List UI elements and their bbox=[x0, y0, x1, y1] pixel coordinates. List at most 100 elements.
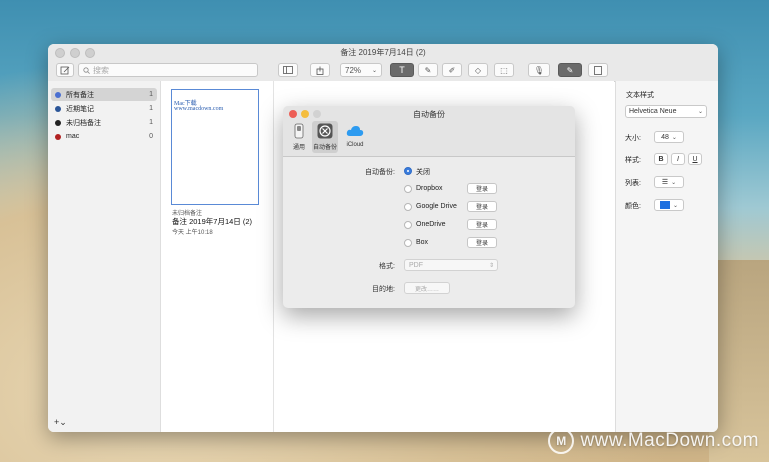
microphone-button[interactable]: 🎙︎ bbox=[528, 63, 550, 77]
auto-backup-dialog: 自动备份 通用 自动备份 iCloud 自动备份: 关闭 Dropbox 登录 … bbox=[283, 106, 575, 308]
search-icon bbox=[83, 66, 90, 74]
highlighter-tool-button[interactable]: ✐ bbox=[442, 63, 462, 77]
note-thumbnail[interactable]: Mac下载 www.macdown.com bbox=[171, 89, 259, 205]
sidebar-item-count: 0 bbox=[149, 133, 153, 140]
format-select[interactable]: PDF ⇕ bbox=[404, 259, 498, 271]
underline-button[interactable]: U bbox=[688, 153, 702, 165]
onedrive-login-button[interactable]: 登录 bbox=[467, 219, 497, 230]
format-value: PDF bbox=[409, 261, 423, 269]
format-label: 格式: bbox=[379, 263, 395, 270]
sidebar-item-label: 未归档备注 bbox=[66, 119, 101, 127]
compose-icon bbox=[60, 66, 70, 74]
option-label-dropbox: Dropbox bbox=[416, 185, 443, 192]
tab-label: 通用 bbox=[292, 145, 305, 151]
radio-box[interactable] bbox=[404, 239, 412, 247]
bold-button[interactable]: B bbox=[654, 153, 668, 165]
switch-icon bbox=[290, 122, 308, 140]
inspector-icon bbox=[594, 65, 602, 75]
text-tool-icon: T bbox=[399, 65, 405, 75]
inspector-heading: 文本样式 bbox=[626, 92, 654, 99]
share-button[interactable] bbox=[310, 63, 330, 77]
size-label: 大小: bbox=[625, 135, 641, 142]
style-label: 样式: bbox=[625, 157, 641, 164]
preferences-toolbar: 自动备份 通用 自动备份 iCloud bbox=[283, 106, 575, 157]
text-tool-button[interactable]: T bbox=[390, 63, 414, 77]
color-label: 颜色: bbox=[625, 203, 641, 210]
window-title: 备注 2019年7月14日 (2) bbox=[340, 48, 426, 57]
inspector-toggle-button[interactable] bbox=[588, 63, 608, 77]
titlebar: 备注 2019年7月14日 (2) bbox=[48, 44, 718, 61]
macdown-logo-icon: M bbox=[548, 428, 575, 454]
color-select[interactable]: ⌄ bbox=[654, 199, 684, 211]
sidebar-toggle-button[interactable] bbox=[278, 63, 298, 77]
toolbar: 搜索 72% ⌄ T ✎ ✐ ◇ ⬚ 🎙︎ ✎ bbox=[48, 61, 718, 82]
thumbnail-text-line: www.macdown.com bbox=[174, 106, 224, 112]
sidebar-item-count: 1 bbox=[149, 105, 153, 112]
sidebar-item-all-notes[interactable]: 所有备注 1 bbox=[51, 88, 157, 101]
tab-auto-backup[interactable]: 自动备份 bbox=[312, 121, 338, 153]
color-swatch bbox=[659, 201, 670, 209]
sidebar-item-count: 1 bbox=[149, 119, 153, 126]
zoom-value: 72% bbox=[345, 65, 362, 75]
sidebar-icon bbox=[283, 66, 293, 74]
chevron-down-icon: ⌄ bbox=[371, 67, 377, 74]
microphone-icon: 🎙︎ bbox=[533, 65, 545, 75]
note-list: Mac下载 www.macdown.com 未归档备注 备注 2019年7月14… bbox=[161, 81, 274, 432]
search-input[interactable]: 搜索 bbox=[78, 63, 258, 77]
radio-off[interactable] bbox=[404, 167, 412, 175]
radio-google-drive[interactable] bbox=[404, 203, 412, 211]
note-title[interactable]: 备注 2019年7月14日 (2) bbox=[172, 216, 252, 227]
pen-tool-button[interactable]: ✎ bbox=[418, 63, 438, 77]
sidebar-item-unarchived[interactable]: 未归档备注 1 bbox=[51, 116, 157, 129]
eraser-icon: ◇ bbox=[474, 65, 482, 75]
sidebar-item-label: 所有备注 bbox=[66, 91, 94, 99]
tab-label: 自动备份 bbox=[312, 145, 337, 151]
tab-icloud[interactable]: iCloud bbox=[342, 121, 368, 153]
dropbox-login-button[interactable]: 登录 bbox=[467, 183, 497, 194]
size-select[interactable]: 48 ⌄ bbox=[654, 131, 684, 143]
radio-dropbox[interactable] bbox=[404, 185, 412, 193]
chevron-down-icon: ⌄ bbox=[672, 202, 679, 209]
cloud-icon bbox=[346, 122, 364, 140]
option-label-onedrive: OneDrive bbox=[416, 221, 446, 228]
chevron-down-icon: ⌄ bbox=[671, 179, 677, 186]
add-folder-button[interactable]: +⌄ bbox=[54, 417, 67, 428]
tab-label: iCloud bbox=[346, 142, 364, 148]
watermark: M www.MacDown.com bbox=[548, 428, 759, 454]
radio-onedrive[interactable] bbox=[404, 221, 412, 229]
new-note-button[interactable] bbox=[56, 63, 74, 77]
backup-icon bbox=[316, 122, 334, 140]
search-placeholder: 搜索 bbox=[93, 65, 109, 75]
folder-dot-icon bbox=[55, 105, 61, 112]
google-drive-login-button[interactable]: 登录 bbox=[467, 201, 497, 212]
eraser-tool-button[interactable]: ◇ bbox=[468, 63, 488, 77]
font-select[interactable]: Helvetica Neue ⌄ bbox=[625, 105, 707, 118]
tab-general[interactable]: 通用 bbox=[286, 121, 312, 153]
folder-dot-icon bbox=[55, 133, 61, 140]
backup-label: 自动备份: bbox=[365, 169, 395, 176]
size-value: 48 bbox=[661, 133, 669, 141]
watermark-text: www.MacDown.com bbox=[580, 430, 759, 451]
option-label-box: Box bbox=[416, 239, 429, 246]
pencil-settings-button[interactable]: ✎ bbox=[558, 63, 582, 77]
sidebar-item-recent[interactable]: 近期笔记 1 bbox=[51, 102, 157, 115]
option-label-google-drive: Google Drive bbox=[416, 203, 457, 210]
box-login-button[interactable]: 登录 bbox=[467, 237, 497, 248]
dialog-title: 自动备份 bbox=[413, 110, 445, 119]
list-select[interactable]: ☰ ⌄ bbox=[654, 176, 684, 188]
sidebar-item-label: mac bbox=[66, 133, 80, 140]
chevron-updown-icon: ⇕ bbox=[488, 262, 494, 269]
sidebar-item-mac[interactable]: mac 0 bbox=[51, 130, 157, 143]
change-destination-button[interactable]: 更改…… bbox=[404, 282, 450, 294]
option-label-off: 关闭 bbox=[416, 169, 430, 176]
zoom-select[interactable]: 72% ⌄ bbox=[340, 63, 382, 77]
font-value: Helvetica Neue bbox=[629, 108, 677, 115]
highlighter-icon: ✐ bbox=[448, 65, 456, 75]
lasso-icon: ⬚ bbox=[500, 65, 508, 75]
folder-dot-icon bbox=[55, 91, 61, 98]
chevron-down-icon: ⌄ bbox=[671, 134, 677, 141]
folder-dot-icon bbox=[55, 119, 61, 126]
pen-icon: ✎ bbox=[424, 65, 432, 75]
lasso-tool-button[interactable]: ⬚ bbox=[494, 63, 514, 77]
italic-button[interactable]: I bbox=[671, 153, 685, 165]
